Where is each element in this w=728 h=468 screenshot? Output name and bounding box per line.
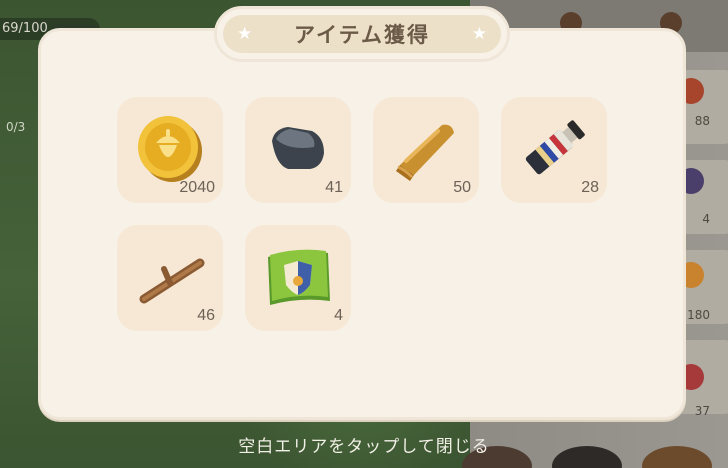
gold-acorn-coin-icon xyxy=(138,116,202,182)
item-count: 4 xyxy=(334,307,343,324)
shelf-count: 88 xyxy=(694,114,710,128)
item-count: 46 xyxy=(197,307,215,324)
paint-tube-icon xyxy=(525,120,585,175)
progress-counter: 0/3 xyxy=(6,120,26,134)
item-slot[interactable]: 28 xyxy=(501,97,607,203)
item-count: 2040 xyxy=(179,179,215,196)
hp-text: 69/100 xyxy=(2,21,48,36)
stone-icon xyxy=(272,127,324,169)
item-slot[interactable]: 46 xyxy=(117,225,223,331)
dialog-title-tab: ★ アイテム獲得 ★ xyxy=(214,6,510,62)
item-slot[interactable]: 2040 xyxy=(117,97,223,203)
item-slot[interactable]: 41 xyxy=(245,97,351,203)
dialog-title: アイテム獲得 xyxy=(294,23,430,47)
item-count: 50 xyxy=(453,179,471,196)
item-slot[interactable]: 50 xyxy=(373,97,479,203)
close-hint[interactable]: 空白エリアをタップして閉じる xyxy=(0,432,728,457)
green-emblem-flag-icon xyxy=(268,249,330,305)
shelf-count: 37 xyxy=(694,404,710,418)
star-icon: ★ xyxy=(471,24,487,44)
star-icon: ★ xyxy=(237,24,253,44)
item-slot[interactable]: 4 xyxy=(245,225,351,331)
item-count: 41 xyxy=(325,179,343,196)
item-count: 28 xyxy=(581,179,599,196)
shelf-count: 4 xyxy=(702,212,710,226)
branch-icon xyxy=(139,258,205,304)
shelf-count: 180 xyxy=(687,308,710,322)
item-acquired-dialog: 2040 41 50 28 46 4 xyxy=(38,28,686,420)
dialog-title-band: ★ アイテム獲得 ★ xyxy=(223,15,501,53)
wood-plank-icon xyxy=(396,124,454,181)
